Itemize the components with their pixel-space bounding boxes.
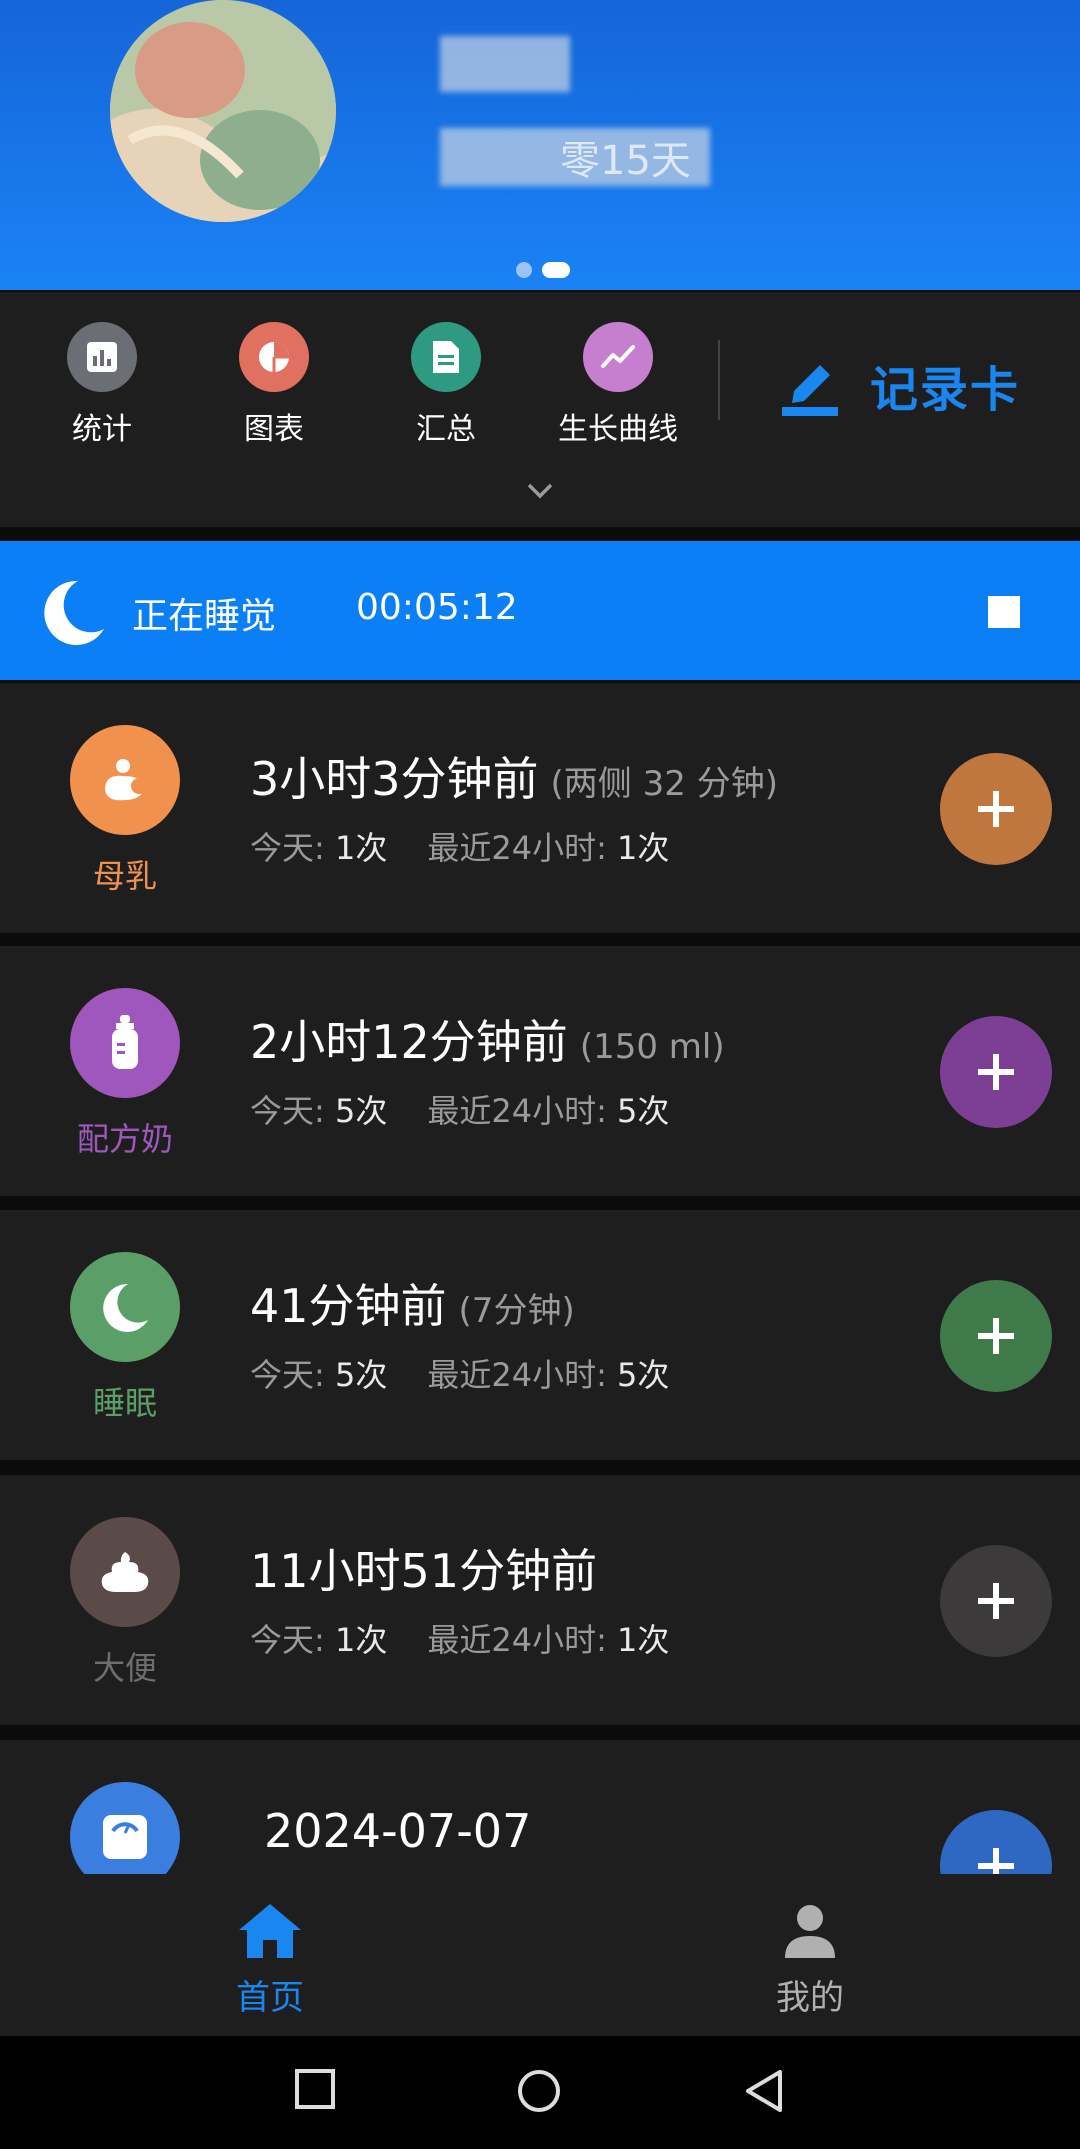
tools-divider [718, 340, 720, 420]
recent-24h-count: 1次 [617, 829, 670, 867]
active-sleep-bar[interactable]: 正在睡觉 00:05:12 [0, 541, 1080, 680]
person-icon [785, 1905, 835, 1958]
record-name: 大便 [92, 1649, 157, 1687]
record-card-label: 记录卡 [870, 362, 1021, 418]
record-card-button[interactable]: 记录卡 [780, 350, 1020, 420]
today-count: 1次 [334, 1621, 388, 1659]
sleep-status-text: 正在睡觉 [132, 596, 277, 637]
record-counts: 今天: 5次 最近24小时: 5次 [250, 1350, 669, 1396]
recent-24h-count: 5次 [617, 1092, 670, 1130]
header-pager[interactable] [516, 262, 570, 278]
baby-avatar[interactable] [110, 0, 336, 222]
tools-panel: 统计 图表 汇总 生长曲线 记录卡 [0, 292, 1080, 527]
add-breastfeeding-button[interactable] [940, 753, 1052, 865]
last-time-value: 41分钟前 [250, 1279, 447, 1333]
back-triangle-icon[interactable] [742, 2068, 786, 2118]
nav-mine-label: 我的 [776, 1978, 844, 2018]
bar-chart-icon [67, 322, 137, 392]
chevron-down-icon[interactable] [526, 482, 554, 504]
pager-dot [516, 262, 532, 278]
home-icon [239, 1904, 301, 1958]
record-card-weight[interactable]: 2024-07-07 [0, 1740, 1080, 1874]
baby-bottle-icon [70, 988, 180, 1098]
recent-24h-count: 1次 [617, 1621, 670, 1659]
record-card-formula[interactable]: 配方奶 2小时12分钟前 (150 ml) 今天: 5次 最近24小时: 5次 [0, 946, 1080, 1196]
record-note: (150 ml) [579, 1027, 725, 1067]
record-note: (两侧 32 分钟) [550, 764, 778, 804]
baby-age-text: 零15天 [560, 138, 691, 184]
nav-mine[interactable]: 我的 [710, 1902, 910, 2019]
recent-24h-label: 最近24小时: [427, 1092, 607, 1130]
last-time-value: 11小时51分钟前 [250, 1544, 598, 1598]
breastfeeding-icon [70, 725, 180, 835]
trend-line-icon [583, 322, 653, 392]
tool-charts[interactable]: 图表 [194, 322, 354, 448]
record-name: 配方奶 [76, 1120, 173, 1158]
recent-24h-count: 5次 [617, 1356, 670, 1394]
recent-24h-label: 最近24小时: [427, 1356, 607, 1394]
last-time-value: 2024-07-07 [264, 1804, 532, 1858]
tool-growth-curve[interactable]: 生长曲线 [538, 322, 698, 448]
record-counts: 今天: 1次 最近24小时: 1次 [250, 823, 669, 869]
add-poop-button[interactable] [940, 1545, 1052, 1657]
plus-icon [978, 1054, 1014, 1090]
poop-icon [70, 1517, 180, 1627]
moon-icon [70, 1252, 180, 1362]
last-time-text: 41分钟前 (7分钟) [250, 1270, 575, 1336]
tool-growth-curve-label: 生长曲线 [558, 412, 678, 447]
record-name: 母乳 [92, 857, 157, 895]
pencil-edit-icon [782, 365, 838, 416]
tool-statistics[interactable]: 统计 [22, 322, 182, 448]
record-note: (7分钟) [458, 1291, 575, 1331]
moon-icon [40, 577, 106, 649]
tool-summary-label: 汇总 [416, 412, 476, 447]
record-name: 睡眠 [92, 1384, 157, 1422]
record-counts: 今天: 5次 最近24小时: 5次 [250, 1086, 669, 1132]
plus-icon [978, 1583, 1014, 1619]
name-redaction [440, 36, 570, 92]
tool-statistics-label: 统计 [72, 412, 132, 447]
pie-chart-icon [239, 322, 309, 392]
bottom-navigation: 首页 我的 [0, 1874, 1080, 2036]
tool-summary[interactable]: 汇总 [366, 322, 526, 448]
baby-profile-header: 零15天 [0, 0, 1080, 290]
scale-icon [70, 1782, 180, 1874]
today-label: 今天: [250, 1621, 325, 1659]
plus-icon [978, 1318, 1014, 1354]
plus-icon [978, 791, 1014, 827]
stop-icon[interactable] [988, 596, 1020, 628]
today-label: 今天: [250, 1356, 325, 1394]
last-time-text: 2024-07-07 [264, 1804, 531, 1858]
last-time-value: 2小时12分钟前 [250, 1015, 568, 1069]
recent-24h-label: 最近24小时: [427, 829, 607, 867]
record-card-sleep[interactable]: 睡眠 41分钟前 (7分钟) 今天: 5次 最近24小时: 5次 [0, 1210, 1080, 1460]
recent-24h-label: 最近24小时: [427, 1621, 607, 1659]
record-counts: 今天: 1次 最近24小时: 1次 [250, 1615, 669, 1661]
last-time-text: 11小时51分钟前 [250, 1535, 597, 1601]
home-circle-icon[interactable] [516, 2068, 562, 2118]
system-navigation-bar [0, 2036, 1080, 2149]
document-icon [411, 322, 481, 392]
today-label: 今天: [250, 829, 325, 867]
add-sleep-button[interactable] [940, 1280, 1052, 1392]
plus-icon [978, 1848, 1014, 1874]
tool-charts-label: 图表 [244, 412, 304, 447]
nav-home[interactable]: 首页 [170, 1902, 370, 2019]
last-time-value: 3小时3分钟前 [250, 752, 539, 806]
today-count: 5次 [334, 1356, 388, 1394]
today-label: 今天: [250, 1092, 325, 1130]
today-count: 5次 [334, 1092, 388, 1130]
recents-square-icon[interactable] [294, 2068, 336, 2114]
last-time-text: 2小时12分钟前 (150 ml) [250, 1006, 725, 1072]
sleep-timer: 00:05:12 [356, 587, 518, 628]
record-card-breastfeeding[interactable]: 母乳 3小时3分钟前 (两侧 32 分钟) 今天: 1次 最近24小时: 1次 [0, 683, 1080, 933]
nav-home-label: 首页 [236, 1978, 304, 2018]
record-card-poop[interactable]: 大便 11小时51分钟前 今天: 1次 最近24小时: 1次 [0, 1475, 1080, 1725]
add-formula-button[interactable] [940, 1016, 1052, 1128]
last-time-text: 3小时3分钟前 (两侧 32 分钟) [250, 743, 778, 809]
add-weight-button[interactable] [940, 1810, 1052, 1874]
today-count: 1次 [334, 829, 388, 867]
pager-dot-active [542, 262, 570, 278]
